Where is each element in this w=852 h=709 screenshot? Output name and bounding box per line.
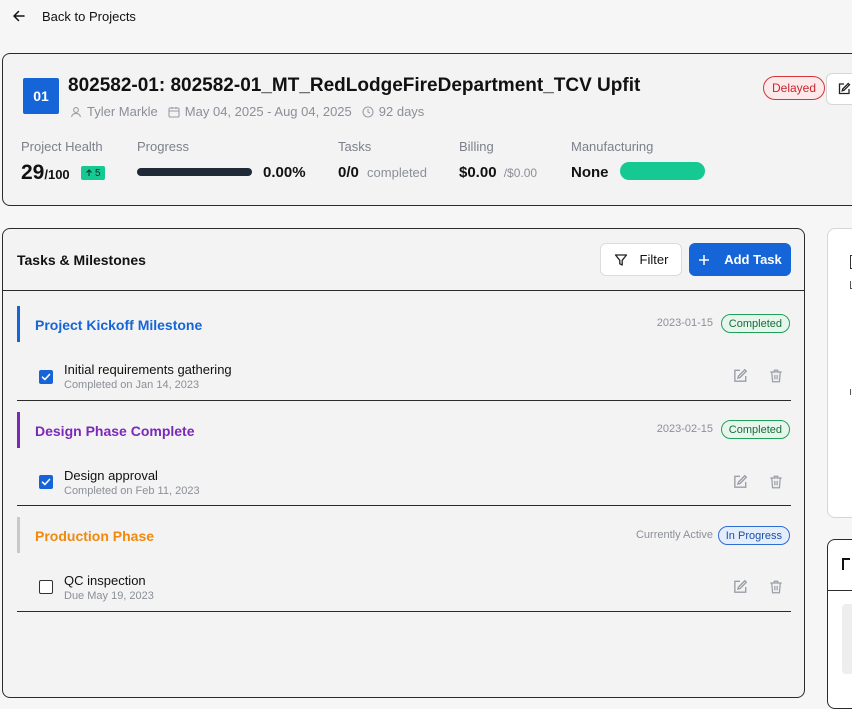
check-icon bbox=[41, 478, 51, 486]
project-owner: Tyler Markle bbox=[87, 104, 158, 119]
project-date-range: May 04, 2025 - Aug 04, 2025 bbox=[184, 104, 352, 119]
milestone-status-badge: In Progress bbox=[717, 526, 790, 545]
health-value: 29/100 bbox=[21, 161, 70, 184]
milestone-status-badge: Completed bbox=[720, 420, 790, 439]
tasks-value: 0/0 completed bbox=[338, 164, 428, 181]
progress-label: Progress bbox=[137, 139, 190, 154]
back-to-projects-label: Back to Projects bbox=[42, 8, 136, 24]
filter-button[interactable]: Filter bbox=[600, 243, 682, 276]
project-title: 802582-01: 802582-01_MT_RedLodgeFireDepa… bbox=[68, 75, 641, 96]
task-checkbox[interactable] bbox=[39, 580, 53, 594]
add-task-label: Add Task bbox=[724, 252, 782, 267]
task-name: Design approval bbox=[64, 468, 158, 483]
arrow-left-icon bbox=[12, 9, 26, 23]
check-icon bbox=[41, 373, 51, 381]
edit-icon bbox=[837, 82, 851, 96]
manufacturing-label: Manufacturing bbox=[571, 139, 654, 154]
plus-icon bbox=[698, 254, 710, 266]
milestone-divider bbox=[17, 400, 791, 401]
milestone-accent-bar bbox=[17, 306, 20, 342]
edit-task-icon[interactable] bbox=[732, 474, 748, 490]
health-change-badge: 5 bbox=[81, 166, 105, 180]
progress-bar-fill bbox=[137, 168, 252, 176]
filter-label: Filter bbox=[639, 252, 669, 267]
manufacturing-status-pill bbox=[620, 162, 705, 180]
milestone-title[interactable]: Project Kickoff Milestone bbox=[35, 317, 202, 333]
project-header-card: 01 802582-01: 802582-01_MT_RedLodgeFireD… bbox=[2, 53, 852, 206]
milestone-title[interactable]: Design Phase Complete bbox=[35, 423, 195, 439]
milestone-accent-bar bbox=[17, 412, 20, 448]
tasks-panel: Tasks & Milestones Filter Add Task Proje… bbox=[2, 228, 805, 698]
milestone-divider bbox=[17, 611, 791, 612]
project-meta: Tyler Markle May 04, 2025 - Aug 04, 2025… bbox=[70, 104, 434, 119]
back-to-projects-link[interactable]: Back to Projects bbox=[12, 6, 136, 26]
task-detail: Due May 19, 2023 bbox=[64, 590, 154, 602]
health-label: Project Health bbox=[21, 139, 103, 154]
project-number-badge: 01 bbox=[23, 78, 59, 114]
progress-bar bbox=[137, 168, 252, 176]
edit-task-icon[interactable] bbox=[732, 579, 748, 595]
tasks-panel-title: Tasks & Milestones bbox=[17, 252, 146, 268]
side-panel-lower-block bbox=[842, 604, 852, 674]
delete-task-icon[interactable] bbox=[768, 368, 784, 384]
panel-header-divider bbox=[3, 290, 804, 291]
status-badge: Delayed bbox=[763, 76, 826, 100]
milestone-date: Currently Active bbox=[635, 529, 713, 541]
calendar-icon bbox=[168, 106, 180, 118]
side-panel-lower-title-fragment bbox=[842, 558, 850, 570]
side-panel bbox=[827, 228, 852, 518]
milestone-date: 2023-01-15 bbox=[656, 317, 713, 329]
manufacturing-value: None bbox=[571, 164, 609, 181]
billing-value: $0.00 /$0.00 bbox=[459, 164, 538, 181]
project-duration: 92 days bbox=[378, 104, 425, 119]
task-detail: Completed on Feb 11, 2023 bbox=[64, 485, 200, 497]
edit-project-button[interactable] bbox=[826, 73, 852, 105]
edit-task-icon[interactable] bbox=[732, 368, 748, 384]
add-task-button[interactable]: Add Task bbox=[689, 243, 791, 276]
billing-label: Billing bbox=[459, 139, 494, 154]
progress-value: 0.00% bbox=[263, 164, 306, 181]
arrow-up-icon bbox=[85, 169, 93, 177]
task-name: Initial requirements gathering bbox=[64, 362, 232, 377]
side-panel-lower-divider bbox=[828, 590, 852, 591]
task-checkbox[interactable] bbox=[39, 370, 53, 384]
side-panel-lower bbox=[827, 539, 852, 709]
clock-icon bbox=[362, 105, 374, 118]
task-detail: Completed on Jan 14, 2023 bbox=[64, 379, 200, 391]
tasks-label: Tasks bbox=[338, 139, 372, 154]
user-icon bbox=[70, 106, 82, 118]
milestone-divider bbox=[17, 505, 791, 506]
milestone-date: 2023-02-15 bbox=[656, 423, 713, 435]
task-checkbox[interactable] bbox=[39, 475, 53, 489]
filter-icon bbox=[614, 253, 628, 267]
milestone-status-badge: Completed bbox=[720, 314, 790, 333]
milestone-title[interactable]: Production Phase bbox=[35, 528, 154, 544]
milestone-accent-bar bbox=[17, 517, 20, 553]
delete-task-icon[interactable] bbox=[768, 474, 784, 490]
delete-task-icon[interactable] bbox=[768, 579, 784, 595]
task-name: QC inspection bbox=[64, 573, 146, 588]
